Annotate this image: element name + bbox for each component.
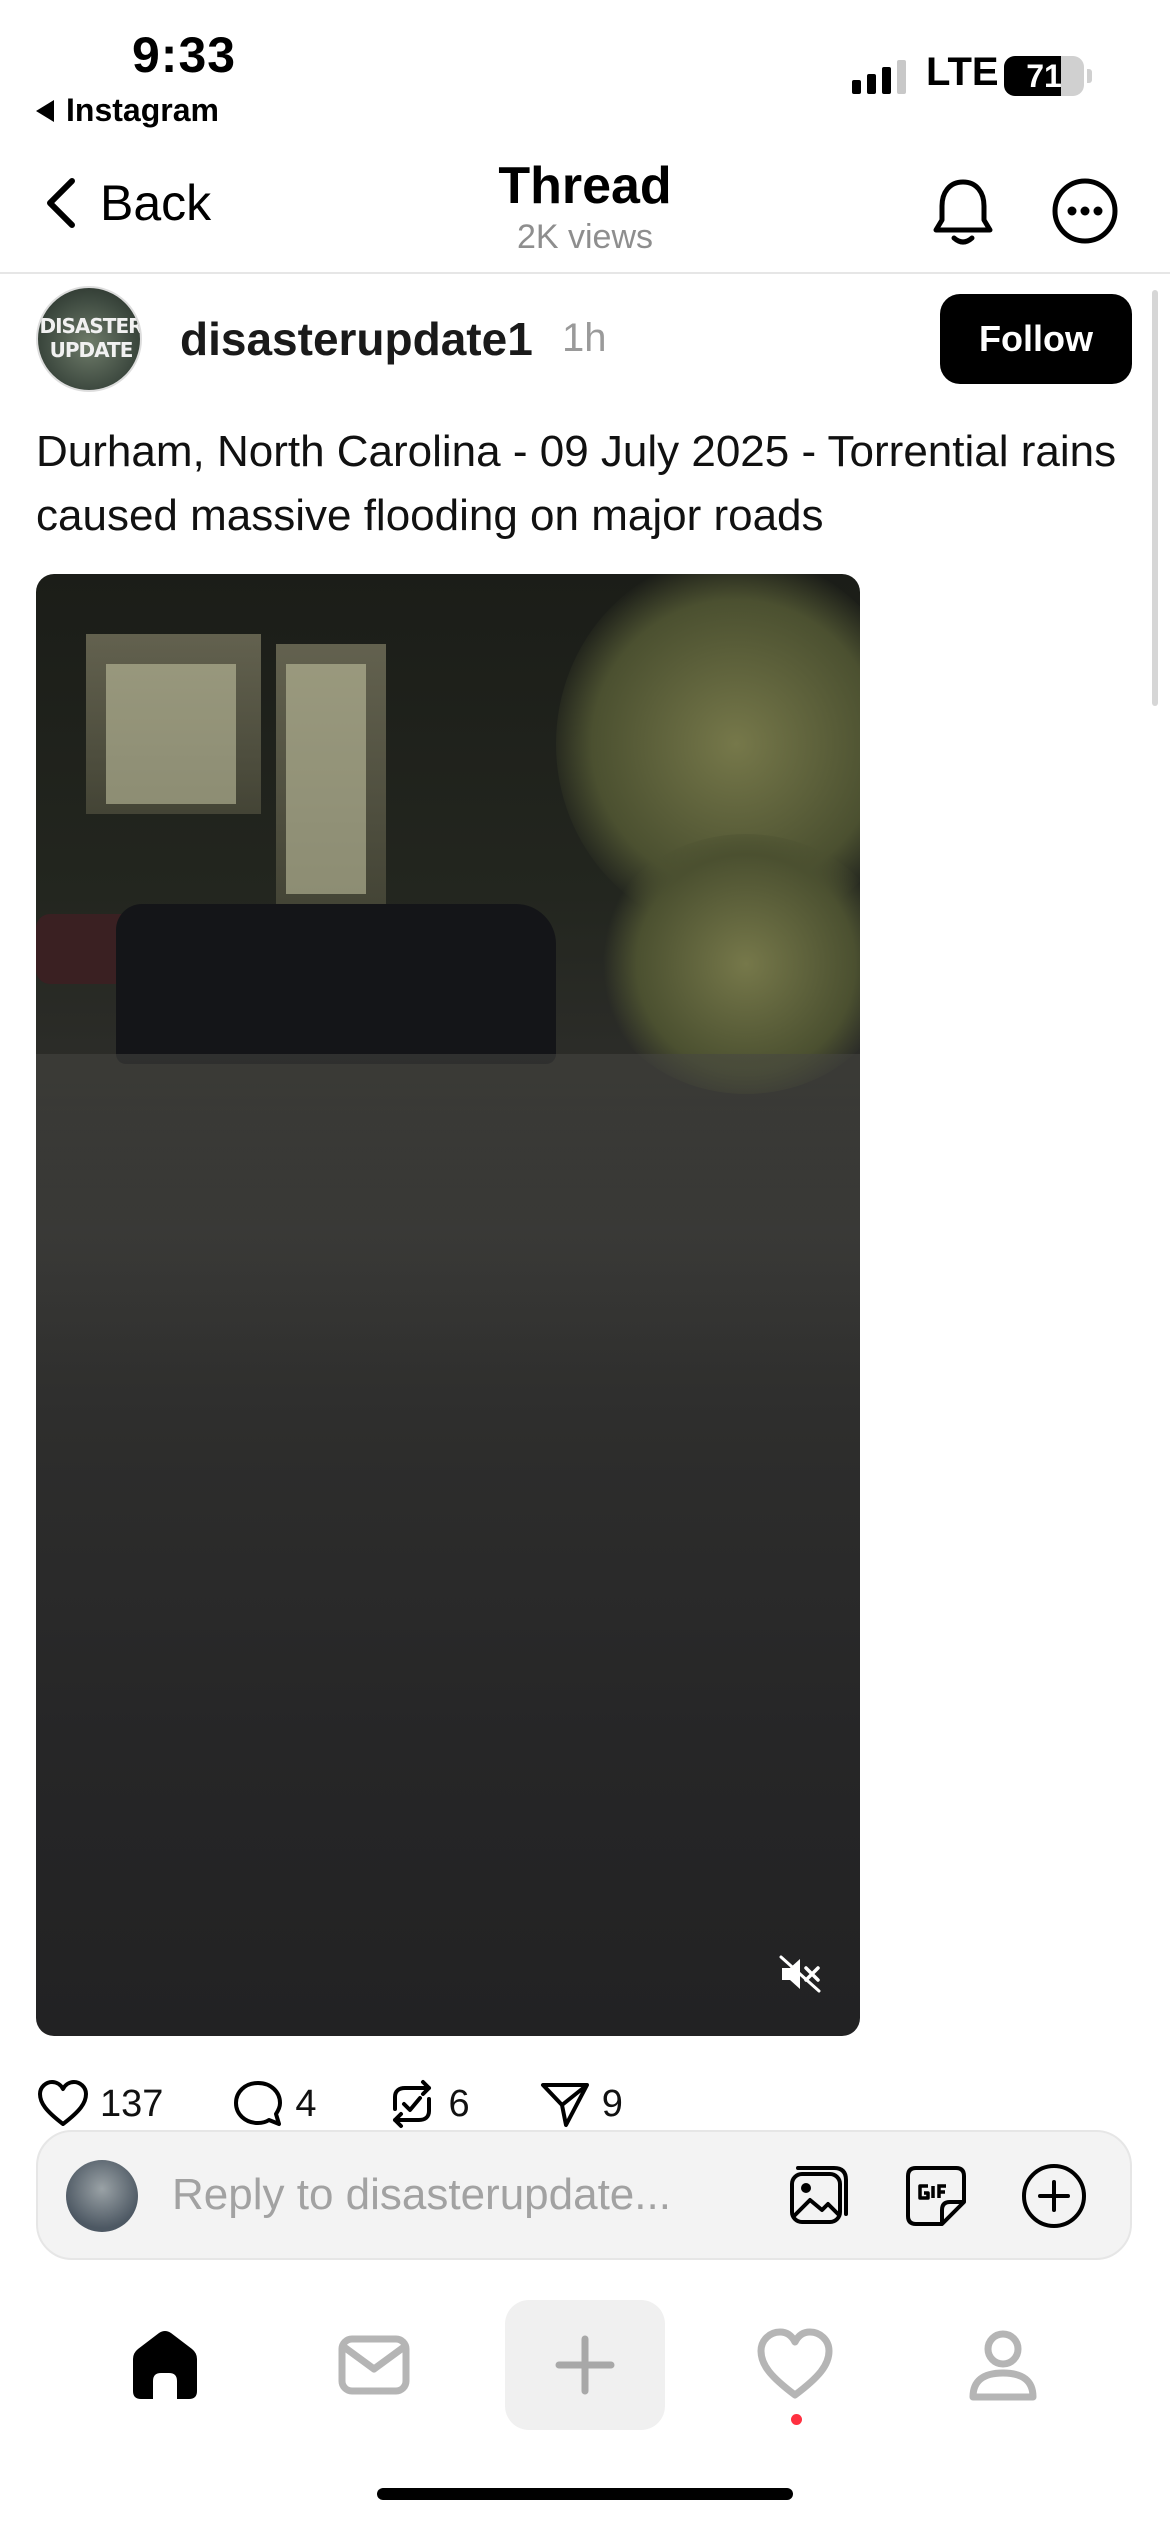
home-icon bbox=[133, 2331, 197, 2399]
battery-icon: 71 bbox=[1004, 56, 1084, 96]
tab-home[interactable] bbox=[85, 2300, 245, 2430]
video-scene-floodwater bbox=[36, 1054, 860, 1374]
heart-icon bbox=[38, 2080, 88, 2126]
signal-strength-icon bbox=[852, 58, 906, 94]
inbox-icon bbox=[338, 2335, 410, 2395]
post-timestamp: 1h bbox=[562, 316, 607, 360]
activity-icon bbox=[757, 2328, 833, 2399]
status-time: 9:33 bbox=[132, 27, 237, 83]
reply-input-placeholder[interactable]: Reply to disasterupdate... bbox=[172, 2170, 671, 2220]
tab-inbox[interactable] bbox=[294, 2300, 454, 2430]
send-icon bbox=[540, 2083, 589, 2127]
share-button[interactable]: 9 bbox=[538, 2079, 623, 2129]
back-app-label: Instagram bbox=[66, 92, 219, 128]
add-circle-icon[interactable] bbox=[1020, 2162, 1088, 2230]
share-count: 9 bbox=[601, 2082, 623, 2125]
video-scene-truck bbox=[116, 904, 556, 1064]
avatar-logo-text: UPDATE bbox=[49, 338, 134, 362]
reply-composer[interactable]: Reply to disasterupdate... bbox=[36, 2130, 1132, 2260]
avatar-logo-text: DISASTER bbox=[39, 314, 142, 338]
tab-create[interactable] bbox=[505, 2300, 665, 2430]
video-scene-window bbox=[286, 664, 366, 894]
like-button[interactable]: 137 bbox=[36, 2079, 163, 2129]
more-options-icon[interactable] bbox=[1050, 176, 1120, 246]
user-avatar bbox=[66, 2160, 138, 2232]
battery-nub bbox=[1087, 69, 1092, 83]
mute-icon[interactable] bbox=[778, 1954, 822, 1994]
repost-count: 6 bbox=[448, 2082, 470, 2125]
tab-profile[interactable] bbox=[923, 2300, 1083, 2430]
gif-picker-icon[interactable] bbox=[902, 2162, 970, 2230]
repost-icon bbox=[392, 2080, 431, 2128]
battery-percent: 71 bbox=[1026, 57, 1062, 94]
like-count: 137 bbox=[100, 2082, 164, 2125]
activity-notification-dot bbox=[791, 2414, 802, 2425]
thread-header: Back Thread 2K views bbox=[0, 150, 1170, 274]
reply-button[interactable]: 4 bbox=[231, 2079, 317, 2129]
post-video[interactable] bbox=[36, 574, 860, 2036]
follow-button[interactable]: Follow bbox=[940, 294, 1132, 384]
video-scene-window bbox=[106, 664, 236, 804]
author-username[interactable]: disasterupdate1 bbox=[180, 312, 533, 366]
home-indicator[interactable] bbox=[377, 2488, 793, 2500]
author-avatar[interactable]: DISASTER UPDATE bbox=[36, 286, 142, 392]
post-caption: Durham, North Carolina - 09 July 2025 - … bbox=[36, 427, 1117, 540]
tab-activity[interactable] bbox=[715, 2300, 875, 2430]
back-triangle-icon bbox=[36, 99, 54, 122]
network-type: LTE bbox=[926, 50, 999, 94]
profile-icon bbox=[969, 2330, 1037, 2401]
post-actions: 137 4 6 9 bbox=[36, 2074, 623, 2134]
reply-count: 4 bbox=[295, 2082, 317, 2125]
back-to-app-link[interactable]: Instagram bbox=[36, 92, 219, 129]
scrollbar[interactable] bbox=[1152, 290, 1158, 706]
bell-icon[interactable] bbox=[928, 176, 998, 250]
comment-icon bbox=[234, 2081, 283, 2126]
image-picker-icon[interactable] bbox=[784, 2162, 852, 2230]
repost-button[interactable]: 6 bbox=[385, 2079, 470, 2129]
create-icon bbox=[555, 2335, 615, 2395]
